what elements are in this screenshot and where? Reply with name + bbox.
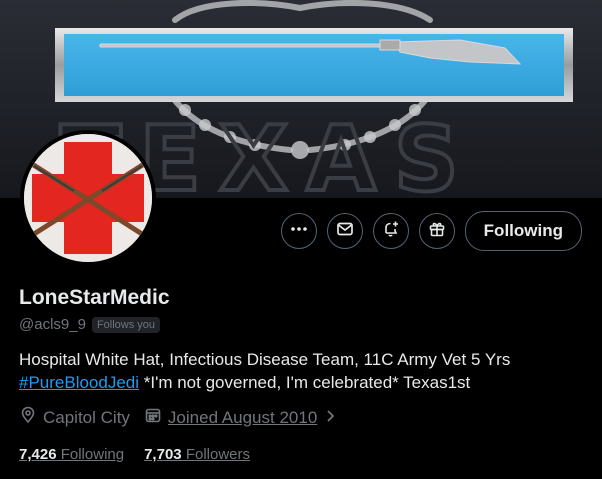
- bio-line-2-text: *I'm not governed, I'm celebrated* Texas…: [139, 373, 471, 392]
- bio-line-1: Hospital White Hat, Infectious Disease T…: [19, 350, 511, 369]
- more-button[interactable]: [280, 213, 317, 249]
- gift-icon: [428, 220, 446, 243]
- location-pin-icon: [19, 406, 37, 429]
- joined-item[interactable]: Joined August 2010: [144, 406, 337, 429]
- following-button[interactable]: Following: [464, 211, 582, 251]
- gift-button[interactable]: [418, 213, 455, 249]
- display-name: LoneStarMedic: [19, 286, 170, 309]
- followers-count: 7,703: [144, 446, 182, 463]
- follow-stats: 7,426 Following 7,703 Followers: [19, 446, 250, 463]
- followers-label: Followers: [185, 446, 250, 463]
- mail-icon: [336, 220, 354, 243]
- joined-date[interactable]: Joined August 2010: [168, 408, 317, 428]
- more-icon: [290, 220, 308, 243]
- following-count: 7,426: [19, 446, 57, 463]
- profile-bio: Hospital White Hat, Infectious Disease T…: [19, 348, 589, 394]
- location-item: Capitol City: [19, 406, 130, 429]
- following-stat[interactable]: 7,426 Following: [19, 446, 124, 463]
- message-button[interactable]: [326, 213, 363, 249]
- hashtag-link[interactable]: #PureBloodJedi: [19, 373, 139, 392]
- bio-line-2: #PureBloodJedi *I'm not governed, I'm ce…: [19, 371, 589, 394]
- avatar-image: [24, 134, 152, 262]
- location-text: Capitol City: [43, 407, 130, 427]
- bell-plus-icon: [382, 220, 400, 243]
- profile-meta: Capitol City Joined August 2010: [19, 406, 337, 429]
- avatar[interactable]: [20, 130, 156, 266]
- follows-you-badge: Follows you: [91, 316, 161, 333]
- followers-stat[interactable]: 7,703 Followers: [144, 446, 250, 463]
- user-handle: @acls9_9: [19, 316, 86, 333]
- calendar-icon: [144, 406, 162, 429]
- following-label: Following: [60, 446, 125, 463]
- chevron-right-icon[interactable]: [323, 408, 337, 428]
- handle-row: @acls9_9 Follows you: [19, 316, 161, 333]
- profile-actions: Following: [280, 211, 582, 251]
- notify-button[interactable]: [372, 213, 409, 249]
